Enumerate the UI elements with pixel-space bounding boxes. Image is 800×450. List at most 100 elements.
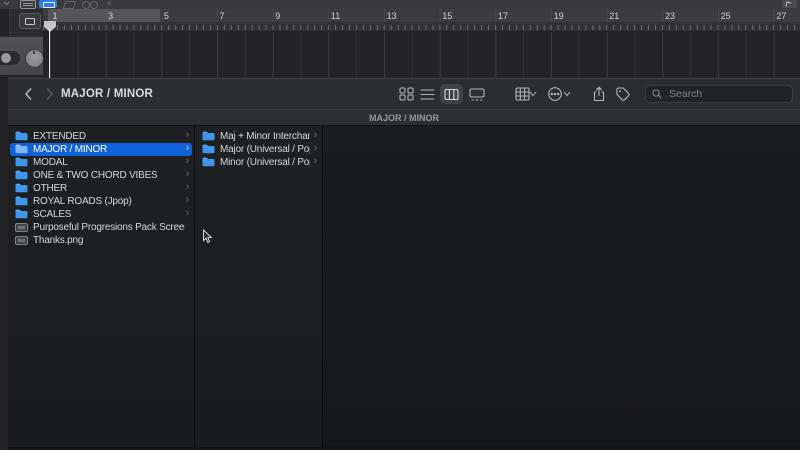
pointer-tool-button[interactable] [782, 0, 797, 8]
ruler-bar-label: 1 [53, 11, 58, 21]
file-label: Minor (Universal / Pop) [220, 157, 310, 168]
row-chevron-icon: › [186, 183, 189, 194]
file-label: Major (Universal / Pop) [220, 144, 310, 155]
loop-browser-icon[interactable] [82, 1, 96, 7]
smart-controls-button-active[interactable] [39, 0, 57, 8]
snap-icon[interactable]: ✳ [106, 0, 113, 8]
file-label: Maj + Minor Interchange [220, 131, 310, 142]
folder-icon [15, 170, 28, 181]
group-chevron-icon [529, 91, 537, 97]
ruler-bar-label: 23 [665, 11, 675, 21]
ruler-ticks[interactable] [43, 22, 800, 32]
search-input[interactable] [667, 87, 786, 101]
file-row[interactable]: ROYAL ROADS (Jpop) › [10, 195, 192, 208]
track-header-panel [0, 36, 43, 76]
mouse-cursor [202, 229, 213, 244]
file-row[interactable]: Minor (Universal / Pop) › [197, 156, 320, 169]
chevron-down-icon[interactable] [3, 1, 10, 6]
more-actions-chevron-icon [563, 91, 571, 97]
row-chevron-icon: › [186, 196, 189, 207]
ruler-bar-label: 21 [609, 11, 619, 21]
ruler-bar-label: 17 [498, 11, 508, 21]
file-row[interactable]: MAJOR / MINOR › [10, 143, 192, 156]
row-chevron-icon: › [186, 170, 189, 181]
file-row[interactable]: Purposeful Progresions Pack Screenshot [10, 221, 192, 234]
image-file-icon [15, 235, 28, 246]
track-header-area [0, 9, 44, 78]
timeline-grid[interactable] [43, 32, 800, 78]
file-label: Purposeful Progresions Pack Screenshot [33, 222, 185, 233]
folder-icon [15, 196, 28, 207]
timeline-ruler[interactable]: 13579111315171921232527 [43, 9, 800, 78]
track-display-button[interactable] [19, 13, 41, 29]
icon-view-button[interactable] [395, 84, 417, 104]
column-browser: EXTENDED›MAJOR / MINOR›MODAL›ONE & TWO C… [8, 126, 800, 447]
search-field[interactable] [645, 85, 793, 103]
ruler-bar-numbers[interactable]: 13579111315171921232527 [43, 9, 800, 23]
folder-icon [15, 131, 28, 142]
list-view-button[interactable] [416, 84, 438, 104]
ruler-bar-label: 27 [776, 11, 786, 21]
cycle-region[interactable] [48, 9, 160, 22]
image-file-icon [15, 222, 28, 233]
file-label: EXTENDED [33, 131, 182, 142]
playhead-line [49, 29, 50, 78]
row-chevron-icon: › [314, 144, 317, 155]
folder-icon [202, 131, 215, 142]
folder-icon [15, 157, 28, 168]
folder-icon [202, 157, 215, 168]
ruler-bar-label: 5 [164, 11, 169, 21]
file-row[interactable]: Major (Universal / Pop) › [197, 143, 320, 156]
ruler-bar-label: 3 [108, 11, 113, 21]
folder-icon [15, 183, 28, 194]
file-row[interactable]: OTHER › [10, 182, 192, 195]
ruler-bar-label: 11 [331, 11, 340, 21]
ruler-bar-label: 15 [442, 11, 452, 21]
file-label: ROYAL ROADS (Jpop) [33, 196, 182, 207]
share-button[interactable] [588, 84, 610, 104]
forward-button[interactable] [41, 85, 57, 103]
ruler-bar-label: 9 [275, 11, 280, 21]
mixer-icon[interactable] [63, 1, 77, 9]
file-label: SCALES [33, 209, 182, 220]
row-chevron-icon: › [186, 144, 189, 155]
file-row[interactable]: EXTENDED› [10, 130, 192, 143]
file-label: MAJOR / MINOR [33, 144, 182, 155]
daw-background: ✳ 13579111315171921232527 [0, 0, 800, 78]
path-bar: MAJOR / MINOR [8, 109, 800, 126]
tags-button[interactable] [612, 84, 634, 104]
ruler-bar-label: 7 [220, 11, 225, 21]
gallery-view-button[interactable] [466, 84, 488, 104]
search-icon [652, 89, 662, 99]
file-row[interactable]: Maj + Minor Interchange › [197, 130, 320, 143]
column-view-button[interactable] [441, 84, 463, 104]
browser-column-1[interactable]: EXTENDED›MAJOR / MINOR›MODAL›ONE & TWO C… [8, 126, 195, 447]
browser-column-2[interactable]: Maj + Minor Interchange›Major (Universal… [195, 126, 323, 447]
file-row[interactable]: Thanks.png [10, 234, 192, 247]
file-row[interactable]: ONE & TWO CHORD VIBES › [10, 169, 192, 182]
row-chevron-icon: › [314, 157, 317, 168]
screen: ✳ 13579111315171921232527 [0, 0, 800, 450]
track-pan-knob[interactable] [25, 49, 44, 68]
file-label: ONE & TWO CHORD VIBES [33, 170, 182, 181]
ruler-bar-label: 13 [387, 11, 397, 21]
folder-icon [15, 144, 28, 155]
file-row[interactable]: SCALES› [10, 208, 192, 221]
ruler-bar-label: 19 [554, 11, 564, 21]
folder-icon [202, 144, 215, 155]
back-button[interactable] [20, 85, 36, 103]
file-row[interactable]: MODAL › [10, 156, 192, 169]
file-label: OTHER [33, 183, 182, 194]
browser-column-3-empty[interactable] [323, 126, 800, 447]
window-title: MAJOR / MINOR [61, 79, 153, 109]
track-toggle-switch[interactable] [0, 51, 20, 65]
file-label: MODAL [33, 157, 182, 168]
editors-icon[interactable] [20, 0, 36, 9]
row-chevron-icon: › [314, 131, 317, 142]
finder-window: MAJOR / MINOR [8, 78, 800, 450]
file-label: Thanks.png [33, 235, 185, 246]
row-chevron-icon: › [186, 157, 189, 168]
path-label: MAJOR / MINOR [369, 113, 439, 123]
folder-icon [15, 209, 28, 220]
ruler-bar-label: 25 [721, 11, 731, 21]
